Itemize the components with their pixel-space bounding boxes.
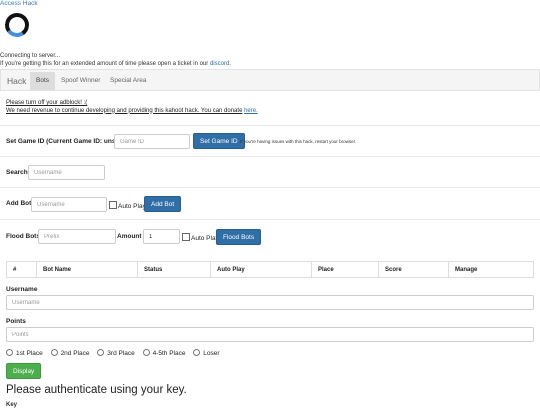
username-label: Username	[6, 286, 38, 293]
navbar-brand[interactable]: Hack	[7, 76, 26, 86]
points-label: Points	[6, 318, 26, 325]
column-header: Bot Name	[36, 261, 138, 278]
flood-amount-input[interactable]	[143, 229, 180, 244]
column-header: Status	[137, 261, 211, 278]
search-label: Search	[6, 169, 28, 176]
adblock-notice: Please turn off your adblock! :( We need…	[6, 100, 258, 115]
radio-label: 4-5th Place	[152, 350, 186, 357]
flood-bots-button[interactable]: Flood Bots	[216, 229, 262, 245]
radio-1st-place[interactable]: 1st Place	[6, 349, 43, 357]
access-hack-link[interactable]: Access Hack	[0, 0, 38, 7]
radio-label: 2nd Place	[60, 350, 90, 357]
radio-circle-icon[interactable]	[50, 349, 58, 356]
tab-spoof-winner[interactable]: Spoof Winner	[55, 72, 106, 90]
auth-title: Please authenticate using your key.	[6, 384, 187, 396]
divider	[0, 219, 540, 220]
auto-play-label: Auto Play	[118, 203, 146, 210]
place-radio-group: 1st Place 2nd Place 3rd Place 4-5th Plac…	[6, 349, 226, 357]
set-game-id-button[interactable]: Set Game ID	[193, 133, 245, 149]
radio-circle-icon[interactable]	[97, 349, 105, 356]
restart-browser-note: If you're having issues with this hack, …	[240, 139, 357, 144]
display-button[interactable]: Display	[6, 363, 42, 379]
radio-2nd-place[interactable]: 2nd Place	[50, 349, 90, 357]
connecting-text: Connecting to server...	[0, 53, 61, 59]
tab-bots[interactable]: Bots	[30, 72, 56, 90]
flood-auto-play-checkbox[interactable]: Auto Play	[182, 233, 219, 242]
auto-play-label: Auto Play	[191, 235, 219, 242]
divider	[0, 125, 540, 126]
spoof-points-input[interactable]	[6, 327, 534, 342]
game-id-input[interactable]	[114, 134, 190, 149]
radio-circle-icon[interactable]	[6, 349, 13, 356]
donate-link[interactable]: here.	[244, 108, 258, 114]
table-header-row: # Bot Name Status Auto Play Place Score …	[6, 261, 534, 278]
loading-spinner-icon	[3, 11, 31, 39]
search-input[interactable]	[28, 165, 105, 180]
add-bot-button[interactable]: Add Bot	[144, 196, 182, 212]
column-header: #	[6, 261, 37, 278]
discord-link[interactable]: discord	[210, 61, 229, 67]
column-header: Manage	[448, 261, 534, 278]
radio-circle-icon[interactable]	[142, 349, 150, 356]
radio-label: 1st Place	[16, 350, 43, 357]
column-header: Place	[311, 261, 379, 278]
add-bot-auto-play-checkbox[interactable]: Auto Play	[109, 201, 146, 210]
flood-prefix-input[interactable]	[38, 229, 116, 244]
add-bot-username-input[interactable]	[31, 197, 107, 212]
radio-loser[interactable]: Loser	[193, 349, 220, 357]
add-bot-label: Add Bot	[6, 200, 32, 207]
period-text: .	[229, 60, 231, 67]
radio-circle-icon[interactable]	[193, 349, 201, 356]
spoof-username-input[interactable]	[6, 295, 534, 310]
checkbox-box[interactable]	[182, 233, 190, 241]
flood-bots-label: Flood Bots	[6, 233, 40, 240]
connection-status: Connecting to server... If you're gettin…	[0, 53, 231, 68]
amount-label: Amount	[117, 233, 142, 240]
radio-label: 3rd Place	[107, 350, 135, 357]
tab-special-area[interactable]: Special Area	[104, 72, 153, 90]
adblock-warning: Please turn off your adblock! :(	[6, 100, 88, 106]
extended-wait-text: If you're getting this for an extended a…	[0, 60, 209, 67]
column-header: Score	[378, 261, 449, 278]
column-header: Auto Play	[210, 261, 312, 278]
divider	[0, 156, 540, 157]
checkbox-box[interactable]	[109, 201, 117, 209]
revenue-message: We need revenue to continue developing a…	[6, 107, 243, 114]
key-label: Key	[6, 402, 18, 408]
bots-table: # Bot Name Status Auto Play Place Score …	[6, 261, 534, 278]
radio-label: Loser	[203, 350, 220, 357]
game-id-label: Set Game ID (Current Game ID: unset)	[6, 138, 124, 145]
divider	[0, 187, 540, 188]
radio-4-5th-place[interactable]: 4-5th Place	[142, 349, 186, 357]
radio-3rd-place[interactable]: 3rd Place	[97, 349, 135, 357]
